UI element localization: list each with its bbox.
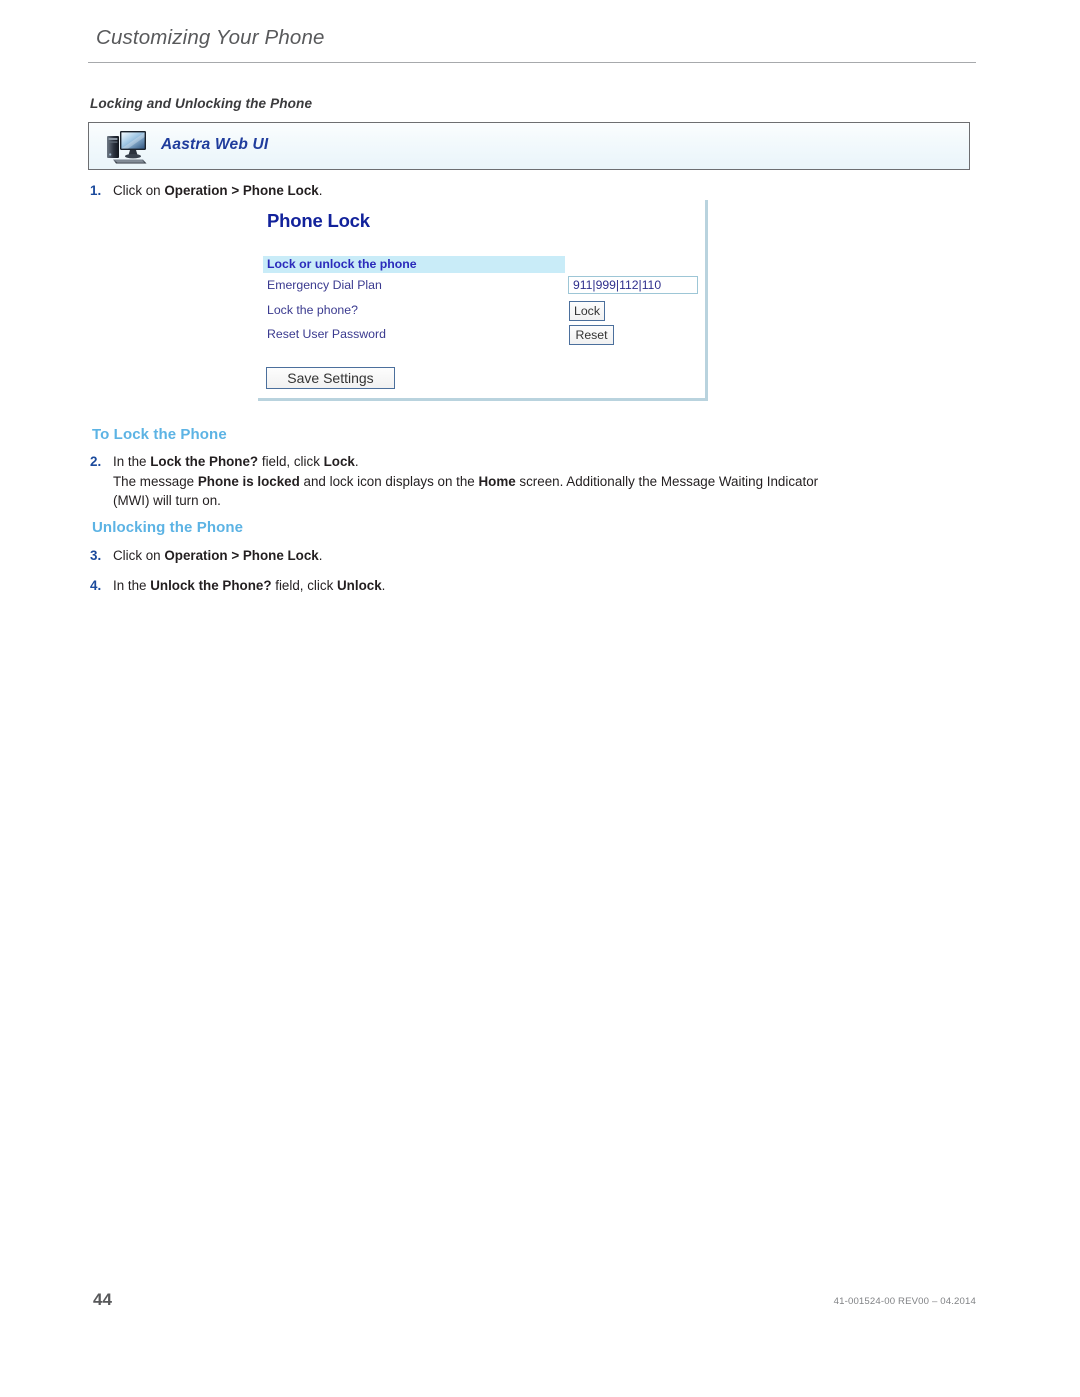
screenshot-title: Phone Lock <box>267 210 370 231</box>
step-3: 3. Click on Operation > Phone Lock. <box>90 546 650 566</box>
step-1: 1. Click on Operation > Phone Lock. <box>90 181 650 201</box>
step-2-number: 2. <box>90 454 102 469</box>
aastra-web-ui-label: Aastra Web UI <box>161 136 269 153</box>
step-2: 2. In the Lock the Phone? field, click L… <box>90 452 850 511</box>
step-4: 4. In the Unlock the Phone? field, click… <box>90 576 650 596</box>
step-4-text: In the Unlock the Phone? field, click Un… <box>113 578 386 593</box>
running-head: Customizing Your Phone <box>96 26 325 49</box>
lock-the-phone-label: Lock the phone? <box>267 303 358 317</box>
document-page: Customizing Your Phone Locking and Unloc… <box>0 0 1080 1397</box>
reset-button[interactable]: Reset <box>569 325 614 345</box>
emergency-dial-plan-value: 911|999|112|110 <box>573 278 662 292</box>
screenshot-section-bar-label: Lock or unlock the phone <box>267 257 417 271</box>
header-divider <box>88 62 976 63</box>
phone-lock-screenshot: Phone Lock Lock or unlock the phone Emer… <box>258 200 708 401</box>
subheading-to-lock-the-phone: To Lock the Phone <box>92 426 227 443</box>
step-4-number: 4. <box>90 578 102 593</box>
save-settings-button[interactable]: Save Settings <box>266 367 395 389</box>
step-3-number: 3. <box>90 548 102 563</box>
emergency-dial-plan-label: Emergency Dial Plan <box>267 278 382 292</box>
step-3-text: Click on Operation > Phone Lock. <box>113 548 323 563</box>
page-number: 44 <box>93 1290 112 1309</box>
emergency-dial-plan-input[interactable]: 911|999|112|110 <box>568 276 698 294</box>
section-heading: Locking and Unlocking the Phone <box>90 96 313 111</box>
lock-button[interactable]: Lock <box>569 301 605 321</box>
step-2-text: In the Lock the Phone? field, click Lock… <box>113 454 819 508</box>
step-1-text: Click on Operation > Phone Lock. <box>113 183 323 198</box>
screenshot-section-bar: Lock or unlock the phone <box>263 256 565 273</box>
document-reference: 41-001524-00 REV00 – 04.2014 <box>833 1296 976 1307</box>
aastra-web-ui-banner: Aastra Web UI <box>88 122 970 170</box>
reset-user-password-label: Reset User Password <box>267 327 386 341</box>
subheading-unlocking-the-phone: Unlocking the Phone <box>92 519 244 536</box>
step-1-number: 1. <box>90 183 102 198</box>
desktop-computer-icon <box>103 128 149 166</box>
